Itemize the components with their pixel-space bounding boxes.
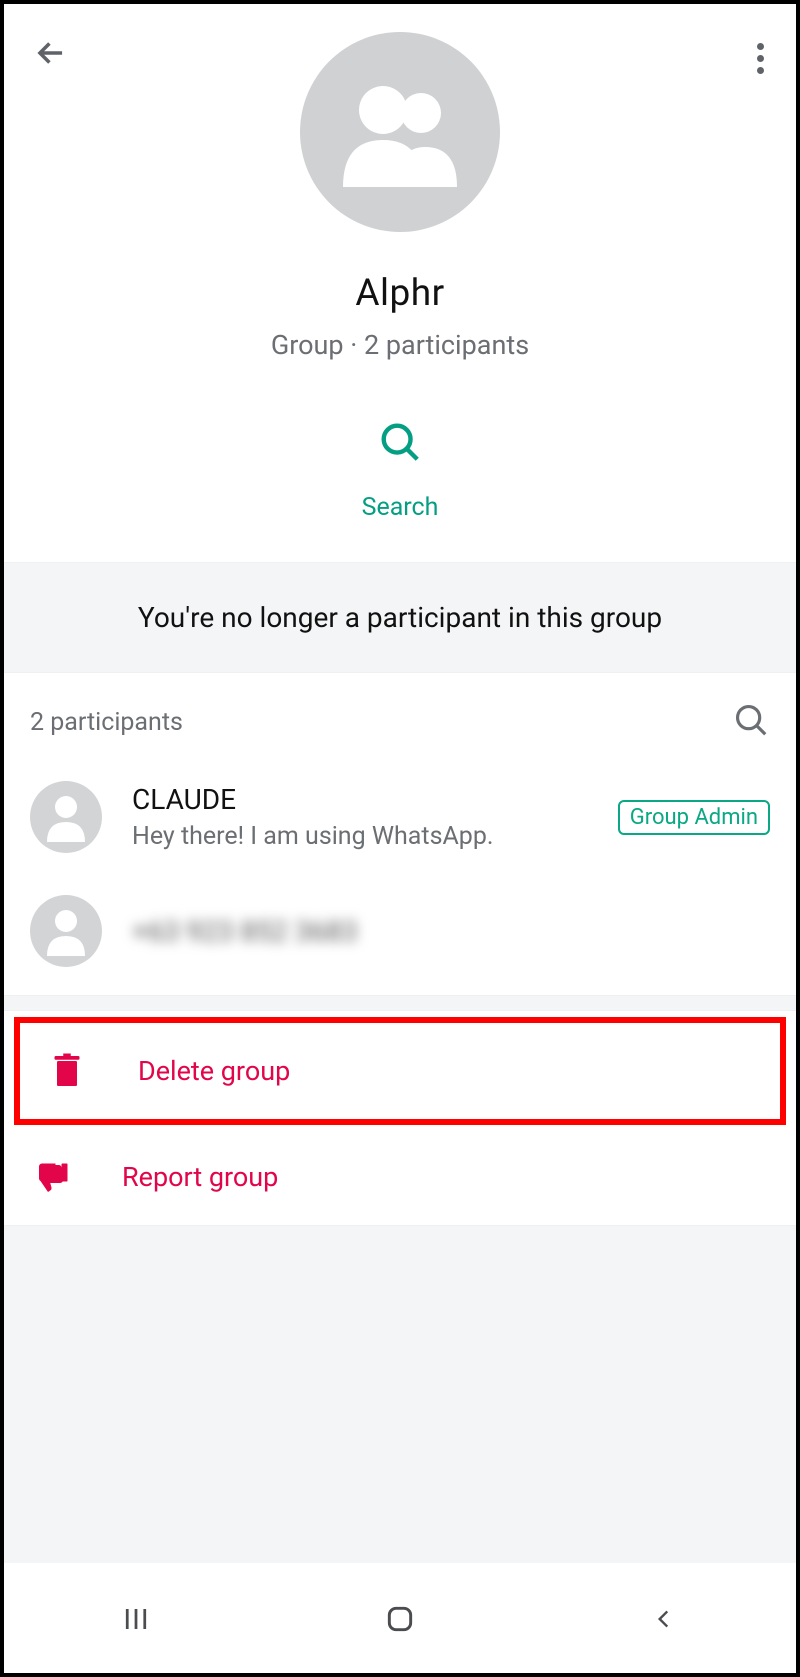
search-label: Search xyxy=(362,493,439,522)
group-icon xyxy=(335,75,465,190)
participants-count: 2 participants xyxy=(30,708,183,737)
thumbs-down-icon xyxy=(33,1159,69,1195)
highlight-delete: Delete group xyxy=(14,1017,786,1125)
search-button[interactable]: Search xyxy=(362,419,439,562)
group-name: Alphr xyxy=(355,272,444,315)
admin-badge: Group Admin xyxy=(618,800,770,835)
person-icon xyxy=(44,792,88,842)
delete-group-label: Delete group xyxy=(138,1055,290,1087)
back-arrow-icon xyxy=(32,34,70,72)
trash-icon xyxy=(52,1053,82,1089)
participant-row[interactable]: CLAUDE Hey there! I am using WhatsApp. G… xyxy=(4,767,796,867)
report-group-button[interactable]: Report group xyxy=(4,1129,796,1225)
dots-vertical-icon xyxy=(757,43,764,50)
avatar xyxy=(30,781,102,853)
chevron-left-icon xyxy=(651,1604,677,1634)
participants-search-button[interactable] xyxy=(732,701,770,743)
participant-row[interactable]: +63 923 852 3683 xyxy=(4,867,796,995)
home-button[interactable] xyxy=(269,1603,530,1635)
participant-status: Hey there! I am using WhatsApp. xyxy=(132,822,588,851)
android-nav-bar xyxy=(4,1563,796,1673)
divider xyxy=(4,995,796,1011)
report-group-label: Report group xyxy=(122,1161,278,1193)
participant-name: +63 923 852 3683 xyxy=(132,915,770,948)
search-icon xyxy=(732,701,770,739)
empty-space xyxy=(4,1226,796,1563)
delete-group-button[interactable]: Delete group xyxy=(20,1023,780,1119)
group-profile-section: Alphr Group · 2 participants Search xyxy=(4,4,796,562)
person-icon xyxy=(44,906,88,956)
home-icon xyxy=(384,1603,416,1635)
nav-back-button[interactable] xyxy=(533,1604,794,1634)
recents-button[interactable] xyxy=(5,1604,266,1634)
avatar xyxy=(30,895,102,967)
group-subtitle: Group · 2 participants xyxy=(271,329,529,361)
more-options-button[interactable] xyxy=(753,34,768,83)
participant-name: CLAUDE xyxy=(132,783,588,816)
search-icon xyxy=(377,419,423,465)
not-participant-banner: You're no longer a participant in this g… xyxy=(4,562,796,673)
back-button[interactable] xyxy=(32,34,70,76)
recents-icon xyxy=(121,1604,151,1634)
participants-header: 2 participants xyxy=(4,673,796,767)
